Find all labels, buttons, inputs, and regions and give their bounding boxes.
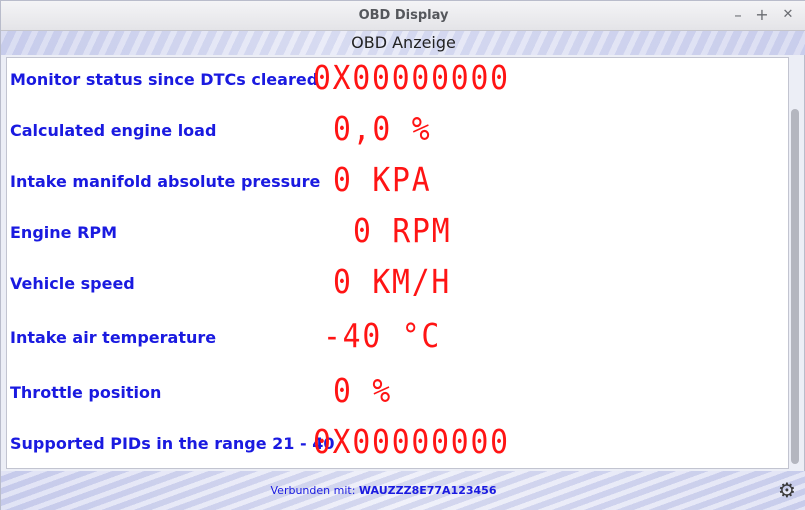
gear-icon[interactable]: ⚙ [776,479,798,501]
scrollbar-thumb[interactable] [791,109,799,464]
app-title: OBD Anzeige [351,33,456,52]
reading-value: 0,0 % [333,109,432,148]
reading-label: Intake air temperature [10,328,217,347]
close-button[interactable]: ✕ [780,7,796,23]
reading-label: Engine RPM [10,223,118,242]
reading-value: -40 °C [323,316,442,355]
status-bar: Verbunden mit: WAUZZZ8E77A123456 ⚙ [1,471,805,510]
app-window: OBD Display – + ✕ OBD Anzeige Monitor st… [0,0,805,510]
reading-value: 0 % [333,371,393,410]
reading-value: 0 KM/H [333,262,452,301]
reading-row-intake-pressure: Intake manifold absolute pressure 0 KPA [7,160,790,204]
app-header: OBD Anzeige [1,31,805,55]
maximize-button[interactable]: + [754,7,770,23]
reading-value: 0X00000000 [313,422,510,461]
reading-label: Supported PIDs in the range 21 - 40 [10,434,335,453]
window-title: OBD Display [358,8,449,23]
reading-row-supported-pids: Supported PIDs in the range 21 - 40 0X00… [7,422,790,466]
reading-row-vehicle-speed: Vehicle speed 0 KM/H [7,262,790,306]
reading-row-air-temperature: Intake air temperature -40 °C [7,316,790,360]
reading-label: Intake manifold absolute pressure [10,172,321,191]
reading-value: 0 RPM [353,211,452,250]
connection-status: Verbunden mit: WAUZZZ8E77A123456 [1,484,766,497]
reading-value: 0X00000000 [313,58,510,97]
connection-status-prefix: Verbunden mit: [270,484,356,497]
reading-label: Calculated engine load [10,121,217,140]
reading-row-throttle-position: Throttle position 0 % [7,371,790,415]
reading-label: Vehicle speed [10,274,135,293]
connection-vin: WAUZZZ8E77A123456 [358,484,497,497]
reading-row-engine-load: Calculated engine load 0,0 % [7,109,790,153]
reading-row-monitor-status: Monitor status since DTCs cleared 0X0000… [7,58,790,102]
minimize-button[interactable]: – [730,7,746,23]
window-titlebar[interactable]: OBD Display – + ✕ [1,1,805,31]
readings-panel: Monitor status since DTCs cleared 0X0000… [6,57,789,469]
vertical-scrollbar[interactable] [789,57,801,469]
reading-row-engine-rpm: Engine RPM 0 RPM [7,211,790,255]
reading-label: Monitor status since DTCs cleared [10,70,319,89]
reading-label: Throttle position [10,383,162,402]
reading-value: 0 KPA [333,160,432,199]
